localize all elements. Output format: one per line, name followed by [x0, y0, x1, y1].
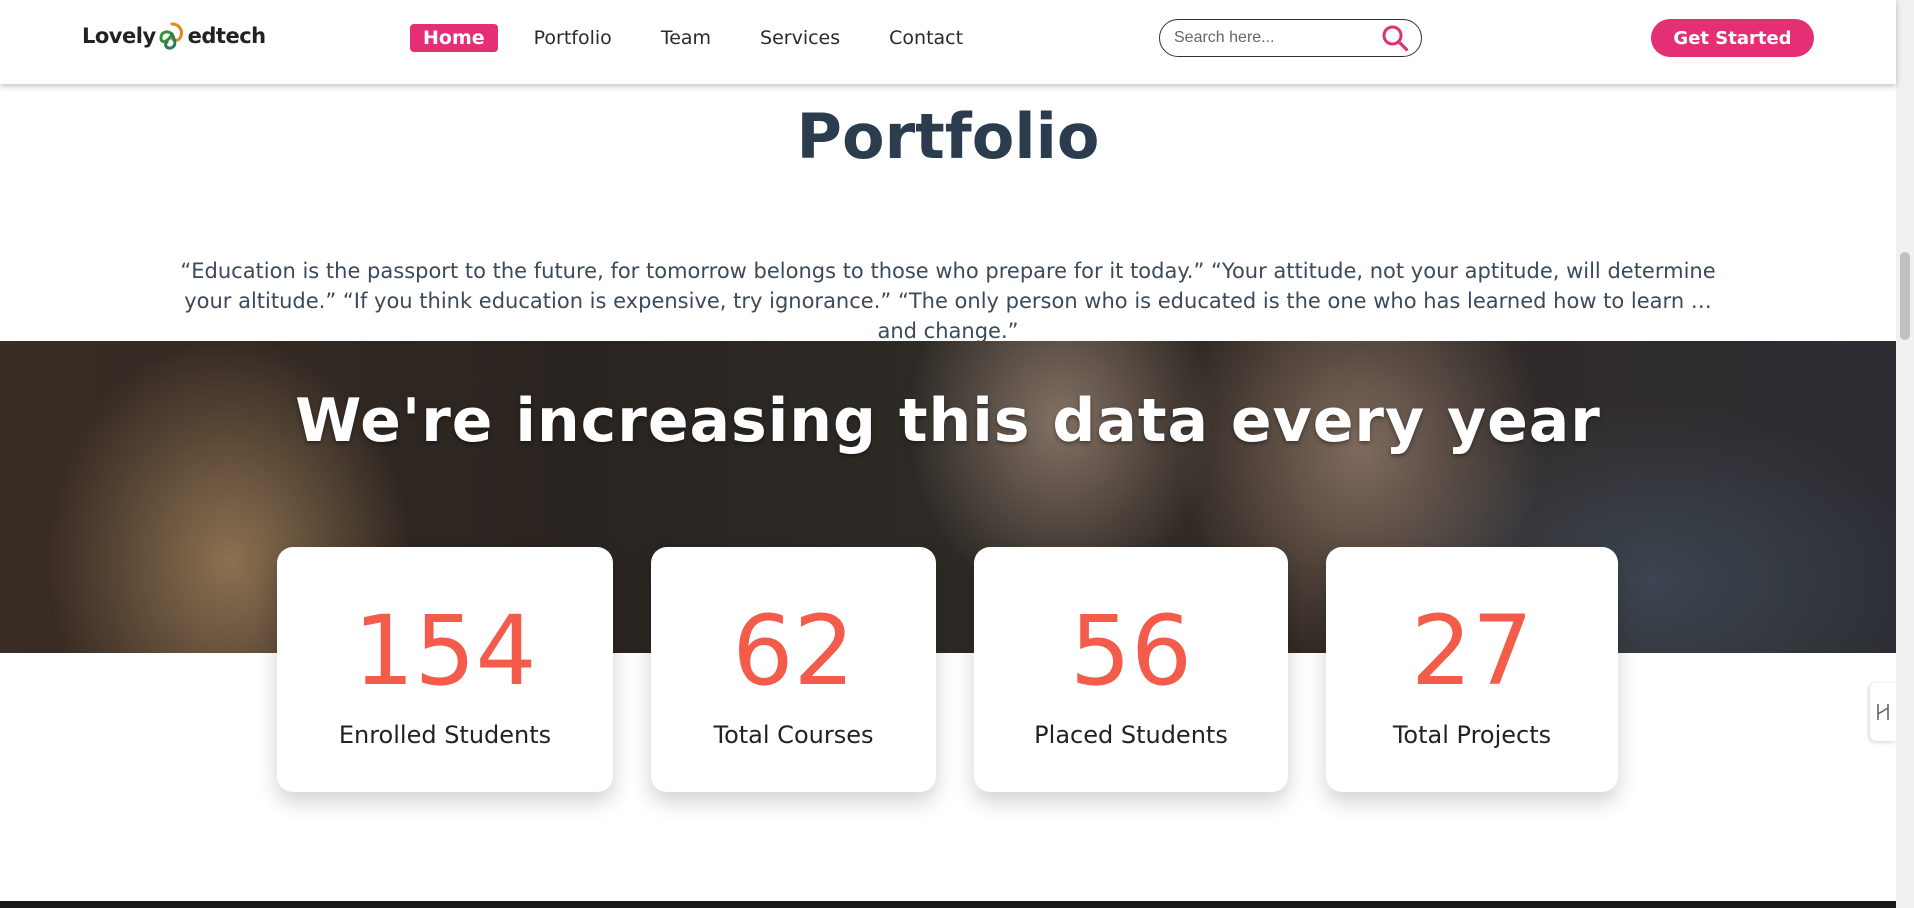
search-input[interactable]: [1174, 29, 1374, 47]
stat-card-placed-students: 56 Placed Students: [974, 547, 1288, 792]
stat-label: Total Courses: [713, 721, 874, 749]
stat-card-enrolled-students: 154 Enrolled Students: [277, 547, 613, 792]
nav-services[interactable]: Services: [747, 24, 853, 52]
stat-label: Placed Students: [1034, 721, 1228, 749]
site-logo[interactable]: Lovely edtech: [82, 18, 266, 54]
nav-team[interactable]: Team: [648, 24, 724, 52]
stat-card-total-projects: 27 Total Projects: [1326, 547, 1618, 792]
nav-home[interactable]: Home: [410, 24, 498, 52]
stat-value: 56: [1069, 595, 1193, 707]
stat-card-total-courses: 62 Total Courses: [651, 547, 936, 792]
next-section-edge: [0, 901, 1896, 908]
expand-icon: [1877, 704, 1889, 720]
logo-text-left: Lovely: [82, 24, 156, 48]
stat-value: 27: [1410, 595, 1534, 707]
stat-label: Total Projects: [1392, 721, 1552, 749]
page-title: Portfolio: [796, 100, 1100, 173]
nav-portfolio[interactable]: Portfolio: [521, 24, 625, 52]
stat-label: Enrolled Students: [338, 721, 552, 749]
get-started-button[interactable]: Get Started: [1651, 19, 1814, 57]
education-quote: “Education is the passport to the future…: [180, 259, 1716, 343]
search-icon[interactable]: [1381, 24, 1409, 52]
stat-value: 154: [353, 595, 537, 707]
main-nav: Home Portfolio Team Services Contact: [410, 24, 999, 52]
banner-title: We're increasing this data every year: [295, 386, 1601, 456]
stat-value: 62: [732, 595, 855, 707]
logo-text-right: edtech: [187, 24, 266, 48]
page-scrollbar[interactable]: [1896, 0, 1914, 908]
side-expand-tab[interactable]: [1870, 683, 1896, 741]
site-header: Lovely edtech Home Portfolio Team Servic…: [0, 0, 1896, 84]
logo-mark-icon: [159, 22, 183, 50]
scrollbar-thumb[interactable]: [1900, 252, 1910, 340]
nav-contact[interactable]: Contact: [876, 24, 976, 52]
search-box: [1159, 19, 1422, 57]
